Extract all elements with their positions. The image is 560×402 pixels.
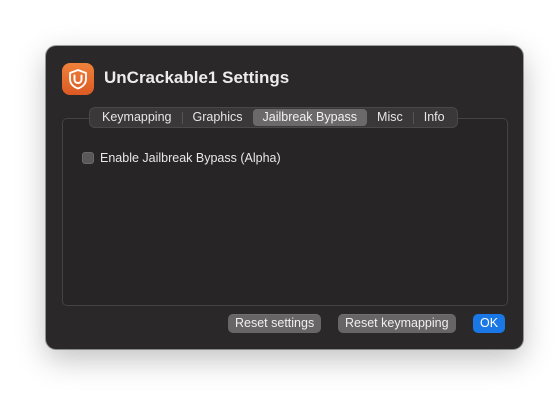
settings-dialog: UnCrackable1 Settings Keymapping Graphic… [46,46,523,349]
reset-keymapping-button[interactable]: Reset keymapping [338,314,456,333]
window-title: UnCrackable1 Settings [104,68,290,87]
reset-settings-button[interactable]: Reset settings [228,314,322,333]
tab-info[interactable]: Info [414,109,455,126]
tab-content-panel [62,118,508,306]
tab-bar: Keymapping Graphics Jailbreak Bypass Mis… [89,107,458,128]
jailbreak-bypass-checkbox[interactable] [82,152,94,164]
tab-jailbreak-bypass[interactable]: Jailbreak Bypass [252,109,368,126]
tab-keymapping[interactable]: Keymapping [92,109,182,126]
jailbreak-bypass-option[interactable]: Enable Jailbreak Bypass (Alpha) [82,151,281,165]
shield-u-icon [62,63,94,95]
jailbreak-bypass-label[interactable]: Enable Jailbreak Bypass (Alpha) [100,151,281,165]
ok-button[interactable]: OK [473,314,506,333]
tab-graphics[interactable]: Graphics [183,109,253,126]
tab-misc[interactable]: Misc [367,109,413,126]
